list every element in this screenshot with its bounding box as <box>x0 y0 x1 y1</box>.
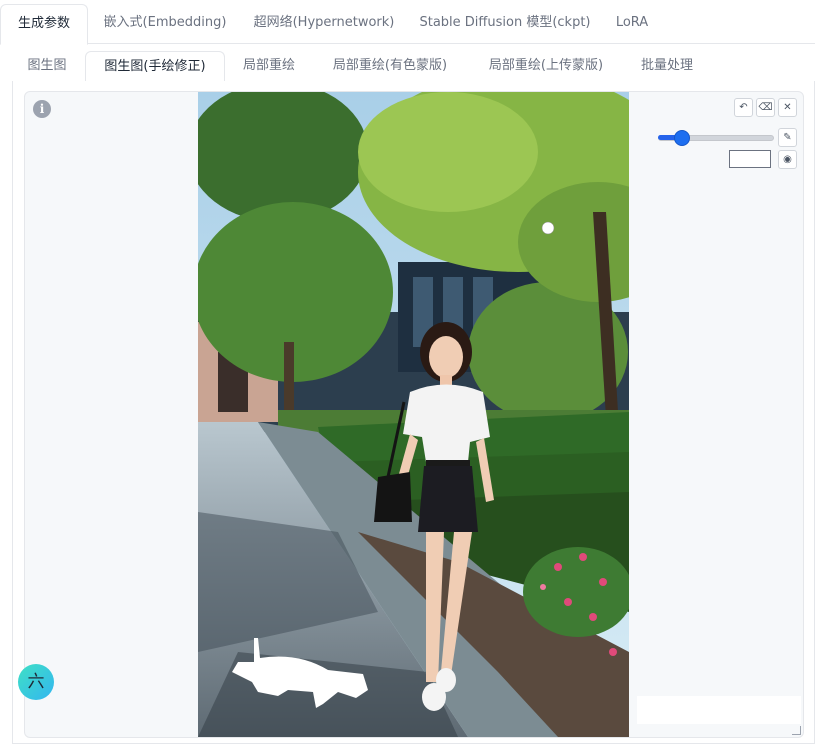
source-image[interactable] <box>198 92 629 737</box>
sketch-panel: i ↶ ⌫ ✕ ✎ ◉ <box>12 81 815 744</box>
brush-size-slider[interactable] <box>658 130 774 146</box>
brush-color-swatch[interactable] <box>729 150 771 168</box>
undo-icon[interactable]: ↶ <box>734 98 753 117</box>
img2img-tab-bar: 图生图 图生图(手绘修正) 局部重绘 局部重绘(有色蒙版) 局部重绘(上传蒙版)… <box>12 51 815 83</box>
resize-handle-icon[interactable] <box>792 726 801 735</box>
subtab-inpaint-upload[interactable]: 局部重绘(上传蒙版) <box>472 51 620 80</box>
subtab-img2img[interactable]: 图生图 <box>14 51 80 80</box>
blank-area <box>637 696 801 724</box>
tab-lora[interactable]: LoRA <box>604 4 660 42</box>
slider-thumb[interactable] <box>673 130 690 146</box>
tab-embedding[interactable]: 嵌入式(Embedding) <box>92 4 238 42</box>
brush-icon[interactable]: ✎ <box>778 128 797 147</box>
subtab-batch[interactable]: 批量处理 <box>626 51 708 80</box>
color-picker-icon[interactable]: ◉ <box>778 150 797 169</box>
subtab-inpaint-sketch[interactable]: 局部重绘(有色蒙版) <box>316 51 464 80</box>
subtab-inpaint[interactable]: 局部重绘 <box>230 51 308 80</box>
close-icon[interactable]: ✕ <box>778 98 797 117</box>
floating-assistant-button[interactable]: 六 <box>18 664 54 700</box>
tab-generation-params[interactable]: 生成参数 <box>0 4 88 45</box>
info-icon[interactable]: i <box>33 100 51 118</box>
sketch-canvas[interactable]: i ↶ ⌫ ✕ ✎ ◉ <box>24 91 804 738</box>
tab-hypernetwork[interactable]: 超网络(Hypernetwork) <box>244 4 404 42</box>
main-tab-bar: 生成参数 嵌入式(Embedding) 超网络(Hypernetwork) St… <box>0 4 815 45</box>
eraser-icon[interactable]: ⌫ <box>756 98 775 117</box>
subtab-sketch[interactable]: 图生图(手绘修正) <box>85 51 225 83</box>
tab-checkpoint[interactable]: Stable Diffusion 模型(ckpt) <box>412 4 598 42</box>
